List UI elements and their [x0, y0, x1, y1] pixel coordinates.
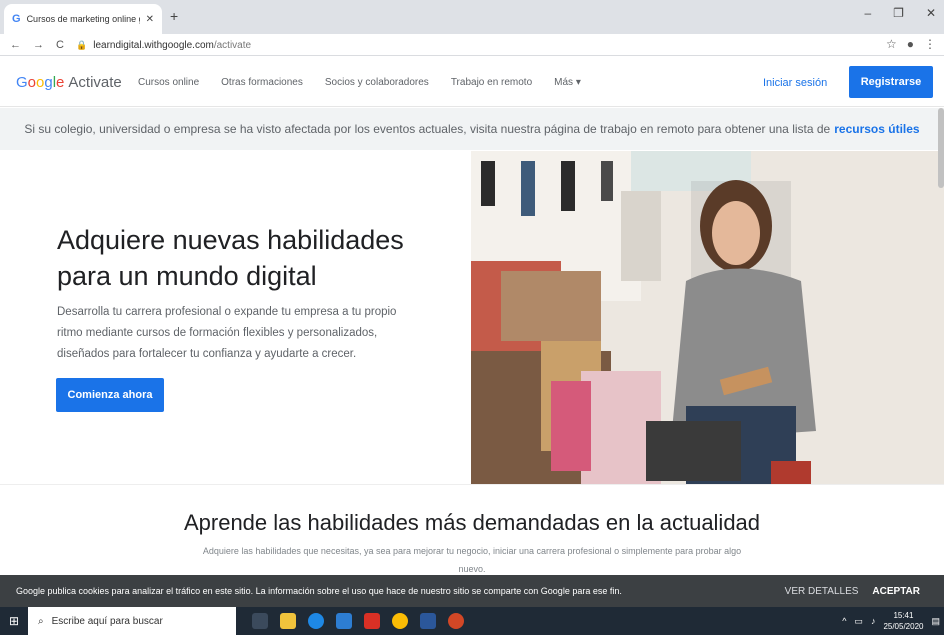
close-window-icon[interactable]: ✕: [926, 6, 936, 20]
signin-link[interactable]: Iniciar sesión: [763, 77, 827, 89]
cookie-details-button[interactable]: VER DETALLES: [785, 586, 859, 597]
file-explorer-icon[interactable]: [280, 613, 296, 629]
main-nav: Cursos online Otras formaciones Socios y…: [138, 77, 581, 88]
cookie-bar: Google publica cookies para analizar el …: [0, 575, 944, 607]
profile-icon[interactable]: ●: [907, 37, 914, 51]
window-controls: – ❐ ✕: [864, 6, 936, 20]
chrome-icon[interactable]: [392, 613, 408, 629]
system-tray: ^ ▭ ♪ 15:41 25/05/2020 ▤: [842, 607, 940, 635]
nav-buttons: ← → C: [0, 39, 80, 51]
clock-date: 25/05/2020: [883, 622, 924, 631]
toolbar-right: ☆ ● ⋮: [886, 37, 936, 51]
section-title: Aprende las habilidades más demandadas e…: [183, 510, 761, 535]
taskbar-apps: [252, 613, 464, 629]
powerpoint-icon[interactable]: [448, 613, 464, 629]
forward-icon[interactable]: →: [33, 39, 44, 51]
hero-photo: [471, 151, 944, 484]
back-icon[interactable]: ←: [10, 39, 21, 51]
notification-icon[interactable]: ▤: [931, 616, 940, 627]
browser-tab[interactable]: G Cursos de marketing online grat ✕: [4, 4, 162, 34]
url-domain: learndigital.withgoogle.com: [93, 39, 214, 51]
address-bar[interactable]: 🔒 learndigital.withgoogle.com/activate: [76, 36, 856, 54]
close-tab-icon[interactable]: ✕: [146, 14, 154, 25]
browser-tabstrip: G Cursos de marketing online grat ✕ + – …: [0, 0, 944, 34]
store-icon[interactable]: [336, 613, 352, 629]
maximize-icon[interactable]: ❐: [893, 6, 904, 20]
nav-cursos-online[interactable]: Cursos online: [138, 77, 199, 88]
search-icon: ⌕: [38, 615, 44, 627]
hero-title: Adquiere nuevas habilidades para un mund…: [57, 225, 404, 291]
hero-illustration: [471, 151, 944, 484]
logo-activate: Activate: [68, 74, 122, 91]
new-tab-icon[interactable]: +: [170, 8, 178, 24]
network-icon[interactable]: ▭: [854, 616, 863, 627]
bookmark-star-icon[interactable]: ☆: [886, 37, 897, 51]
volume-icon[interactable]: ♪: [871, 616, 876, 626]
nav-mas-dropdown[interactable]: Más ▾: [554, 77, 581, 88]
clock-time: 15:41: [893, 611, 914, 620]
acrobat-icon[interactable]: [364, 613, 380, 629]
banner-link[interactable]: recursos útiles: [834, 122, 919, 136]
logo-text: G: [16, 74, 28, 91]
url-path: /activate: [213, 39, 252, 51]
reload-icon[interactable]: C: [56, 39, 64, 51]
task-view-icon[interactable]: [252, 613, 268, 629]
browser-toolbar: ← → C 🔒 learndigital.withgoogle.com/acti…: [0, 34, 944, 56]
minimize-icon[interactable]: –: [864, 6, 871, 20]
banner-text: Si su colegio, universidad o empresa se …: [24, 122, 831, 136]
taskbar-search[interactable]: ⌕ Escribe aquí para buscar: [28, 607, 236, 635]
register-button[interactable]: Registrarse: [849, 66, 933, 98]
word-icon[interactable]: [420, 613, 436, 629]
section-divider: [0, 484, 944, 485]
cookie-accept-button[interactable]: ACEPTAR: [872, 586, 920, 597]
tray-chevron-icon[interactable]: ^: [842, 616, 846, 626]
logo-text-4: g: [44, 74, 53, 91]
windows-taskbar: ⊞ ⌕ Escribe aquí para buscar ^ ▭ ♪ 15:41…: [0, 607, 944, 635]
nav-trabajo-remoto[interactable]: Trabajo en remoto: [451, 77, 532, 88]
logo-text-2: o: [27, 74, 37, 91]
menu-dots-icon[interactable]: ⋮: [924, 37, 936, 51]
clock[interactable]: 15:41 25/05/2020: [883, 610, 923, 632]
google-favicon-icon: G: [12, 13, 21, 25]
section-subtitle: Adquiere las habilidades que necesitas, …: [202, 546, 742, 574]
site-header: Google Activate Cursos online Otras forma…: [0, 57, 944, 107]
logo-text-6: e: [56, 74, 65, 91]
nav-socios[interactable]: Socios y colaboradores: [325, 77, 429, 88]
lock-icon: 🔒: [76, 39, 88, 50]
start-now-button[interactable]: Comienza ahora: [56, 378, 164, 412]
windows-start-icon[interactable]: ⊞: [0, 607, 28, 635]
nav-otras-formaciones[interactable]: Otras formaciones: [221, 77, 303, 88]
tab-title: Cursos de marketing online grat: [26, 14, 140, 24]
page-scrollbar[interactable]: [938, 108, 944, 188]
edge-icon[interactable]: [308, 613, 324, 629]
search-placeholder: Escribe aquí para buscar: [51, 615, 163, 627]
cookie-message: Google publica cookies para analizar el …: [16, 586, 622, 596]
hero-description: Desarrolla tu carrera profesional o expa…: [57, 306, 397, 360]
notice-banner: Si su colegio, universidad o empresa se …: [0, 108, 944, 150]
google-activate-logo[interactable]: Google Activate: [16, 74, 122, 91]
